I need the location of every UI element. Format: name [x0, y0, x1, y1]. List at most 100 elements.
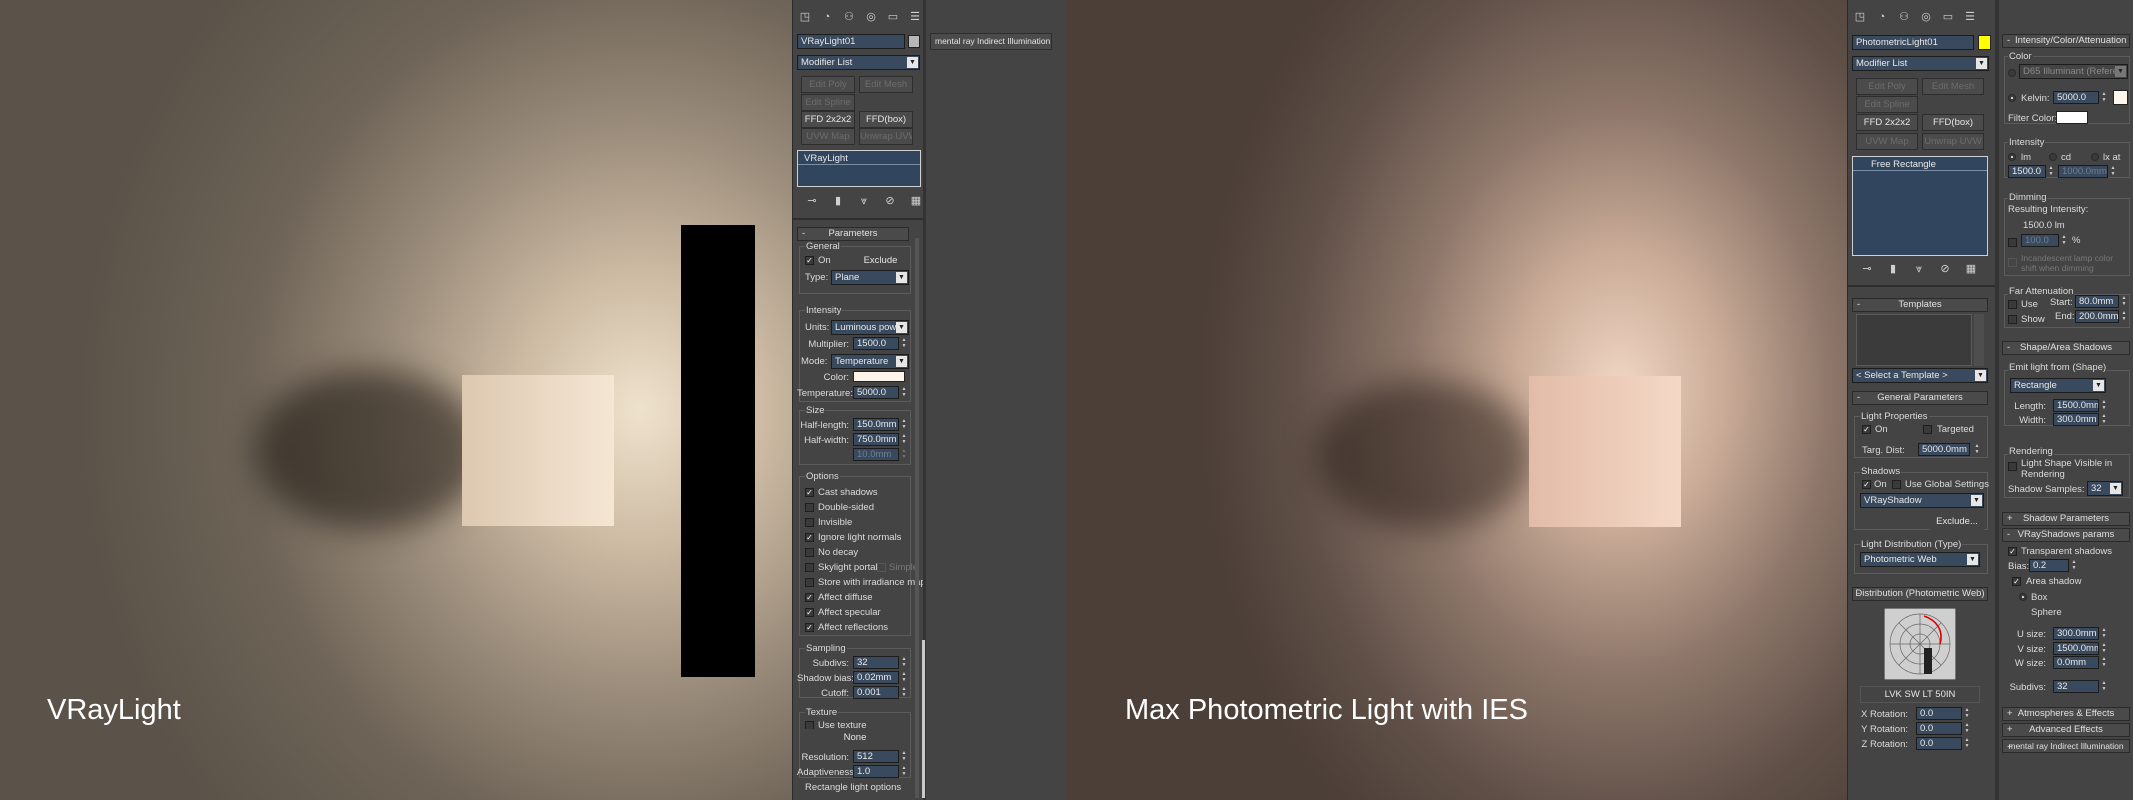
motion-tab-icon[interactable]: ◎	[1918, 10, 1934, 24]
object-color-swatch[interactable]	[908, 35, 920, 48]
w-size-spinner[interactable]: ▲ ▼	[2101, 656, 2107, 669]
far-atten-start-field[interactable]: 80.0mm	[2075, 295, 2119, 308]
vray-subdivs-spinner[interactable]: ▲ ▼	[2101, 680, 2107, 693]
vray-panel-scroll-thumb[interactable]	[922, 640, 925, 798]
parameters-rollout-header[interactable]: - Parameters	[797, 227, 909, 241]
y-rotation-spinner[interactable]: ▲ ▼	[1964, 722, 1970, 735]
hierarchy-tab-icon[interactable]: ⚇	[1896, 10, 1912, 24]
shadows-on-checkbox[interactable]: ✓	[1862, 480, 1871, 489]
show-end-result-icon[interactable]: ▮	[831, 194, 845, 208]
color-swatch[interactable]	[853, 371, 905, 382]
skylight-portal-checkbox[interactable]	[805, 563, 814, 572]
vray-shadows-params-header[interactable]: - VRayShadows params	[2002, 528, 2130, 542]
width-field[interactable]: 300.0mm	[2053, 413, 2099, 426]
ffd-2x2x2-button[interactable]: FFD 2x2x2	[1856, 114, 1918, 131]
dimming-checkbox[interactable]	[2008, 238, 2017, 247]
resolution-spinner[interactable]: ▲ ▼	[901, 750, 907, 763]
distribution-web-header[interactable]: - Distribution (Photometric Web)	[1852, 587, 1988, 601]
area-shadow-checkbox[interactable]: ✓	[2012, 577, 2021, 586]
affect-diffuse-checkbox[interactable]: ✓	[805, 593, 814, 602]
temperature-spinner[interactable]: ▲ ▼	[901, 386, 907, 399]
object-name-field[interactable]: VRayLight01	[797, 34, 905, 49]
lx-radio[interactable]	[2091, 153, 2099, 161]
multiplier-field[interactable]: 1500.0	[853, 337, 899, 350]
bias-spinner[interactable]: ▲ ▼	[2071, 559, 2077, 572]
units-dropdown[interactable]: Luminous power (l ▼	[831, 320, 909, 335]
edit-spline-button[interactable]: Edit Spline	[1856, 96, 1918, 113]
modifier-list-dropdown[interactable]: Modifier List ▼	[1852, 56, 1989, 71]
create-tab-icon[interactable]: ◳	[1852, 10, 1868, 24]
type-dropdown[interactable]: Plane ▼	[831, 270, 909, 285]
texture-none-button[interactable]: None	[805, 729, 905, 746]
kelvin-field[interactable]: 5000.0	[2053, 91, 2099, 104]
resolution-field[interactable]: 512	[853, 750, 899, 763]
templates-scrollbar[interactable]	[1974, 314, 1984, 366]
show-end-result-icon[interactable]: ▮	[1886, 262, 1900, 276]
pin-stack-icon[interactable]: ⊸	[1860, 262, 1874, 276]
y-rotation-field[interactable]: 0.0	[1916, 722, 1962, 735]
vray-plane-light[interactable]	[681, 225, 755, 677]
exclude-button[interactable]: Exclude	[853, 252, 908, 269]
far-atten-show-checkbox[interactable]	[2008, 315, 2017, 324]
z-rotation-field[interactable]: 0.0	[1916, 737, 1962, 750]
stack-item-free-rectangle[interactable]: Free Rectangle	[1853, 157, 1987, 171]
intensity-color-attenuation-header[interactable]: - Intensity/Color/Attenuation	[2002, 34, 2130, 48]
filter-color-swatch[interactable]	[2056, 111, 2088, 124]
photometric-viewport[interactable]: Max Photometric Light with IES	[1065, 0, 1847, 800]
ffd-box-button[interactable]: FFD(box)	[859, 111, 913, 128]
ffd-box-button[interactable]: FFD(box)	[1922, 114, 1984, 131]
targ-dist-spinner[interactable]: ▲ ▼	[1974, 443, 1980, 456]
display-tab-icon[interactable]: ▭	[1940, 10, 1956, 24]
uvw-map-button[interactable]: UVW Map	[801, 128, 855, 145]
adaptiveness-field[interactable]: 1.0	[853, 765, 899, 778]
modify-tab-icon[interactable]: ◔	[819, 10, 835, 24]
transparent-shadows-checkbox[interactable]: ✓	[2008, 547, 2017, 556]
far-atten-use-checkbox[interactable]	[2008, 300, 2017, 309]
shadow-type-dropdown[interactable]: VRayShadow ▼	[1860, 493, 1984, 508]
general-parameters-header[interactable]: - General Parameters	[1852, 391, 1988, 405]
multiplier-spinner[interactable]: ▲ ▼	[901, 337, 907, 350]
template-select-dropdown[interactable]: < Select a Template > ▼	[1852, 368, 1988, 383]
object-color-swatch[interactable]	[1978, 35, 1991, 50]
mr-indirect-tab[interactable]: mental ray Indirect Illumination	[930, 33, 1052, 50]
edit-spline-button[interactable]: Edit Spline	[801, 94, 855, 111]
adaptiveness-spinner[interactable]: ▲ ▼	[901, 765, 907, 778]
make-unique-icon[interactable]: ⩔	[1912, 262, 1926, 276]
modifier-stack[interactable]: Free Rectangle	[1852, 156, 1988, 256]
no-decay-checkbox[interactable]	[805, 548, 814, 557]
light-shape-visible-checkbox[interactable]	[2008, 462, 2017, 471]
configure-sets-icon[interactable]: ▦	[909, 194, 923, 208]
vraylight-viewport[interactable]: VRayLight	[0, 0, 792, 800]
v-size-spinner[interactable]: ▲ ▼	[2101, 642, 2107, 655]
store-irradiance-checkbox[interactable]	[805, 578, 814, 587]
shape-area-shadows-header[interactable]: - Shape/Area Shadows	[2002, 341, 2130, 355]
cd-radio[interactable]	[2049, 153, 2057, 161]
unwrap-uvw-button[interactable]: Unwrap UVW	[859, 128, 913, 145]
shadow-bias-field[interactable]: 0.02mm	[853, 671, 899, 684]
pin-stack-icon[interactable]: ⊸	[805, 194, 819, 208]
use-global-settings-checkbox[interactable]	[1892, 480, 1901, 489]
cast-shadows-checkbox[interactable]: ✓	[805, 488, 814, 497]
targeted-checkbox[interactable]	[1923, 425, 1932, 434]
on-checkbox[interactable]: ✓	[805, 256, 814, 265]
invisible-checkbox[interactable]	[805, 518, 814, 527]
half-length-spinner[interactable]: ▲ ▼	[901, 418, 907, 431]
affect-specular-checkbox[interactable]: ✓	[805, 608, 814, 617]
sphere-radio[interactable]	[2019, 608, 2027, 616]
x-rotation-field[interactable]: 0.0	[1916, 707, 1962, 720]
edit-poly-button[interactable]: Edit Poly	[801, 76, 855, 93]
u-size-spinner[interactable]: ▲ ▼	[2101, 627, 2107, 640]
illuminant-dropdown[interactable]: D65 Illuminant (Refere ▼	[2019, 64, 2128, 79]
configure-sets-icon[interactable]: ▦	[1964, 262, 1978, 276]
shadow-bias-spinner[interactable]: ▲ ▼	[901, 671, 907, 684]
create-tab-icon[interactable]: ◳	[797, 10, 813, 24]
half-length-field[interactable]: 150.0mm	[853, 418, 899, 431]
far-atten-start-spinner[interactable]: ▲ ▼	[2121, 295, 2127, 308]
double-sided-checkbox[interactable]	[805, 503, 814, 512]
w-size-field[interactable]: 0.0mm	[2053, 656, 2099, 669]
d65-radio[interactable]	[2008, 69, 2016, 77]
ffd-2x2x2-button[interactable]: FFD 2x2x2	[801, 111, 855, 128]
web-file-button[interactable]: LVK SW LT 50IN	[1860, 686, 1980, 703]
v-size-field[interactable]: 1500.0mm	[2053, 642, 2099, 655]
mr-indirect-header[interactable]: + mental ray Indirect Illumination	[2002, 739, 2130, 753]
